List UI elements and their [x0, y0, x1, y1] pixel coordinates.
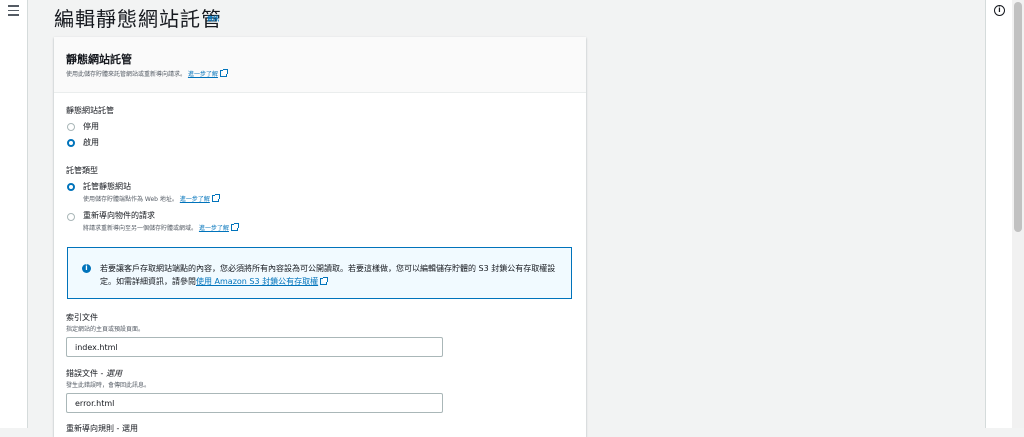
- learn-more-link[interactable]: 進一步了解: [180, 196, 210, 203]
- info-circle-icon[interactable]: i: [994, 5, 1005, 16]
- page-scrollbar[interactable]: [1012, 0, 1024, 428]
- hosting-type-label: 託管類型: [66, 166, 98, 175]
- description-text: 將請求重新導向至另一個儲存貯體或網域。: [83, 225, 198, 232]
- info-link[interactable]: 資訊: [207, 14, 219, 23]
- radio-redirect-requests-label: 重新導向物件的請求: [83, 211, 155, 220]
- info-icon: i: [82, 264, 91, 273]
- hamburger-menu-icon[interactable]: [8, 5, 19, 16]
- public-access-info-alert: i 若要讓客戶存取網站端點的內容，您必須將所有內容設為可公開讀取。若要這樣做，您…: [67, 247, 572, 299]
- panel-title: 靜態網站託管: [66, 53, 132, 66]
- radio-host-static-website[interactable]: [67, 183, 75, 191]
- alert-text: 若要讓客戶存取網站端點的內容，您必須將所有內容設為可公開讀取。若要這樣做，您可以…: [100, 262, 565, 288]
- external-link-icon: [320, 277, 329, 285]
- radio-disable[interactable]: [67, 123, 75, 131]
- external-link-icon: [211, 194, 220, 202]
- error-document-input[interactable]: [66, 393, 443, 413]
- error-document-label-text: 錯誤文件 -: [66, 369, 106, 378]
- radio-host-static-website-label: 託管靜態網站: [83, 182, 131, 191]
- error-document-description: 發生此錯誤時，會傳回此訊息。: [66, 382, 151, 389]
- radio-enable-label: 啟用: [83, 138, 99, 147]
- alert-message: 若要讓客戶存取網站端點的內容，您必須將所有內容設為可公開讀取。若要這樣做，您可以…: [100, 264, 556, 286]
- panel-description: 使用此儲存貯體來託管網站或重新導向請求。 進一步了解: [66, 69, 228, 78]
- hosting-label: 靜態網站託管: [66, 106, 114, 115]
- panel-description-text: 使用此儲存貯體來託管網站或重新導向請求。: [66, 71, 187, 78]
- scrollbar-thumb[interactable]: [1014, 2, 1022, 232]
- redirect-rules-label: 重新導向規則 - 選用: [66, 424, 138, 433]
- panel-header: 靜態網站託管 使用此儲存貯體來託管網站或重新導向請求。 進一步了解: [54, 37, 586, 93]
- radio-host-static-website-description: 使用儲存貯體端點作為 Web 地址。 進一步了解: [83, 194, 220, 203]
- radio-disable-label: 停用: [83, 122, 99, 131]
- description-text: 使用儲存貯體端點作為 Web 地址。: [83, 196, 178, 203]
- radio-redirect-requests[interactable]: [67, 213, 75, 221]
- radio-redirect-requests-description: 將請求重新導向至另一個儲存貯體或網域。 進一步了解: [83, 223, 239, 232]
- left-nav-rail: [0, 0, 28, 428]
- learn-more-link[interactable]: 進一步了解: [199, 225, 229, 232]
- right-help-rail: i: [985, 0, 1013, 428]
- index-document-input[interactable]: [66, 337, 443, 357]
- static-website-hosting-panel: 靜態網站託管 使用此儲存貯體來託管網站或重新導向請求。 進一步了解 靜態網站託管…: [54, 37, 586, 437]
- external-link-icon: [219, 69, 228, 77]
- error-document-label: 錯誤文件 - 選用: [66, 368, 122, 379]
- external-link-icon: [230, 223, 239, 231]
- learn-more-link[interactable]: 進一步了解: [188, 71, 218, 78]
- index-document-label: 索引文件: [66, 313, 98, 322]
- index-document-description: 指定網站的主頁或預設頁面。: [66, 326, 145, 333]
- page-title: 編輯靜態網站託管: [54, 7, 222, 31]
- radio-enable[interactable]: [67, 139, 75, 147]
- optional-tag: 選用: [105, 369, 122, 378]
- block-public-access-link[interactable]: 使用 Amazon S3 封鎖公有存取權: [196, 277, 318, 286]
